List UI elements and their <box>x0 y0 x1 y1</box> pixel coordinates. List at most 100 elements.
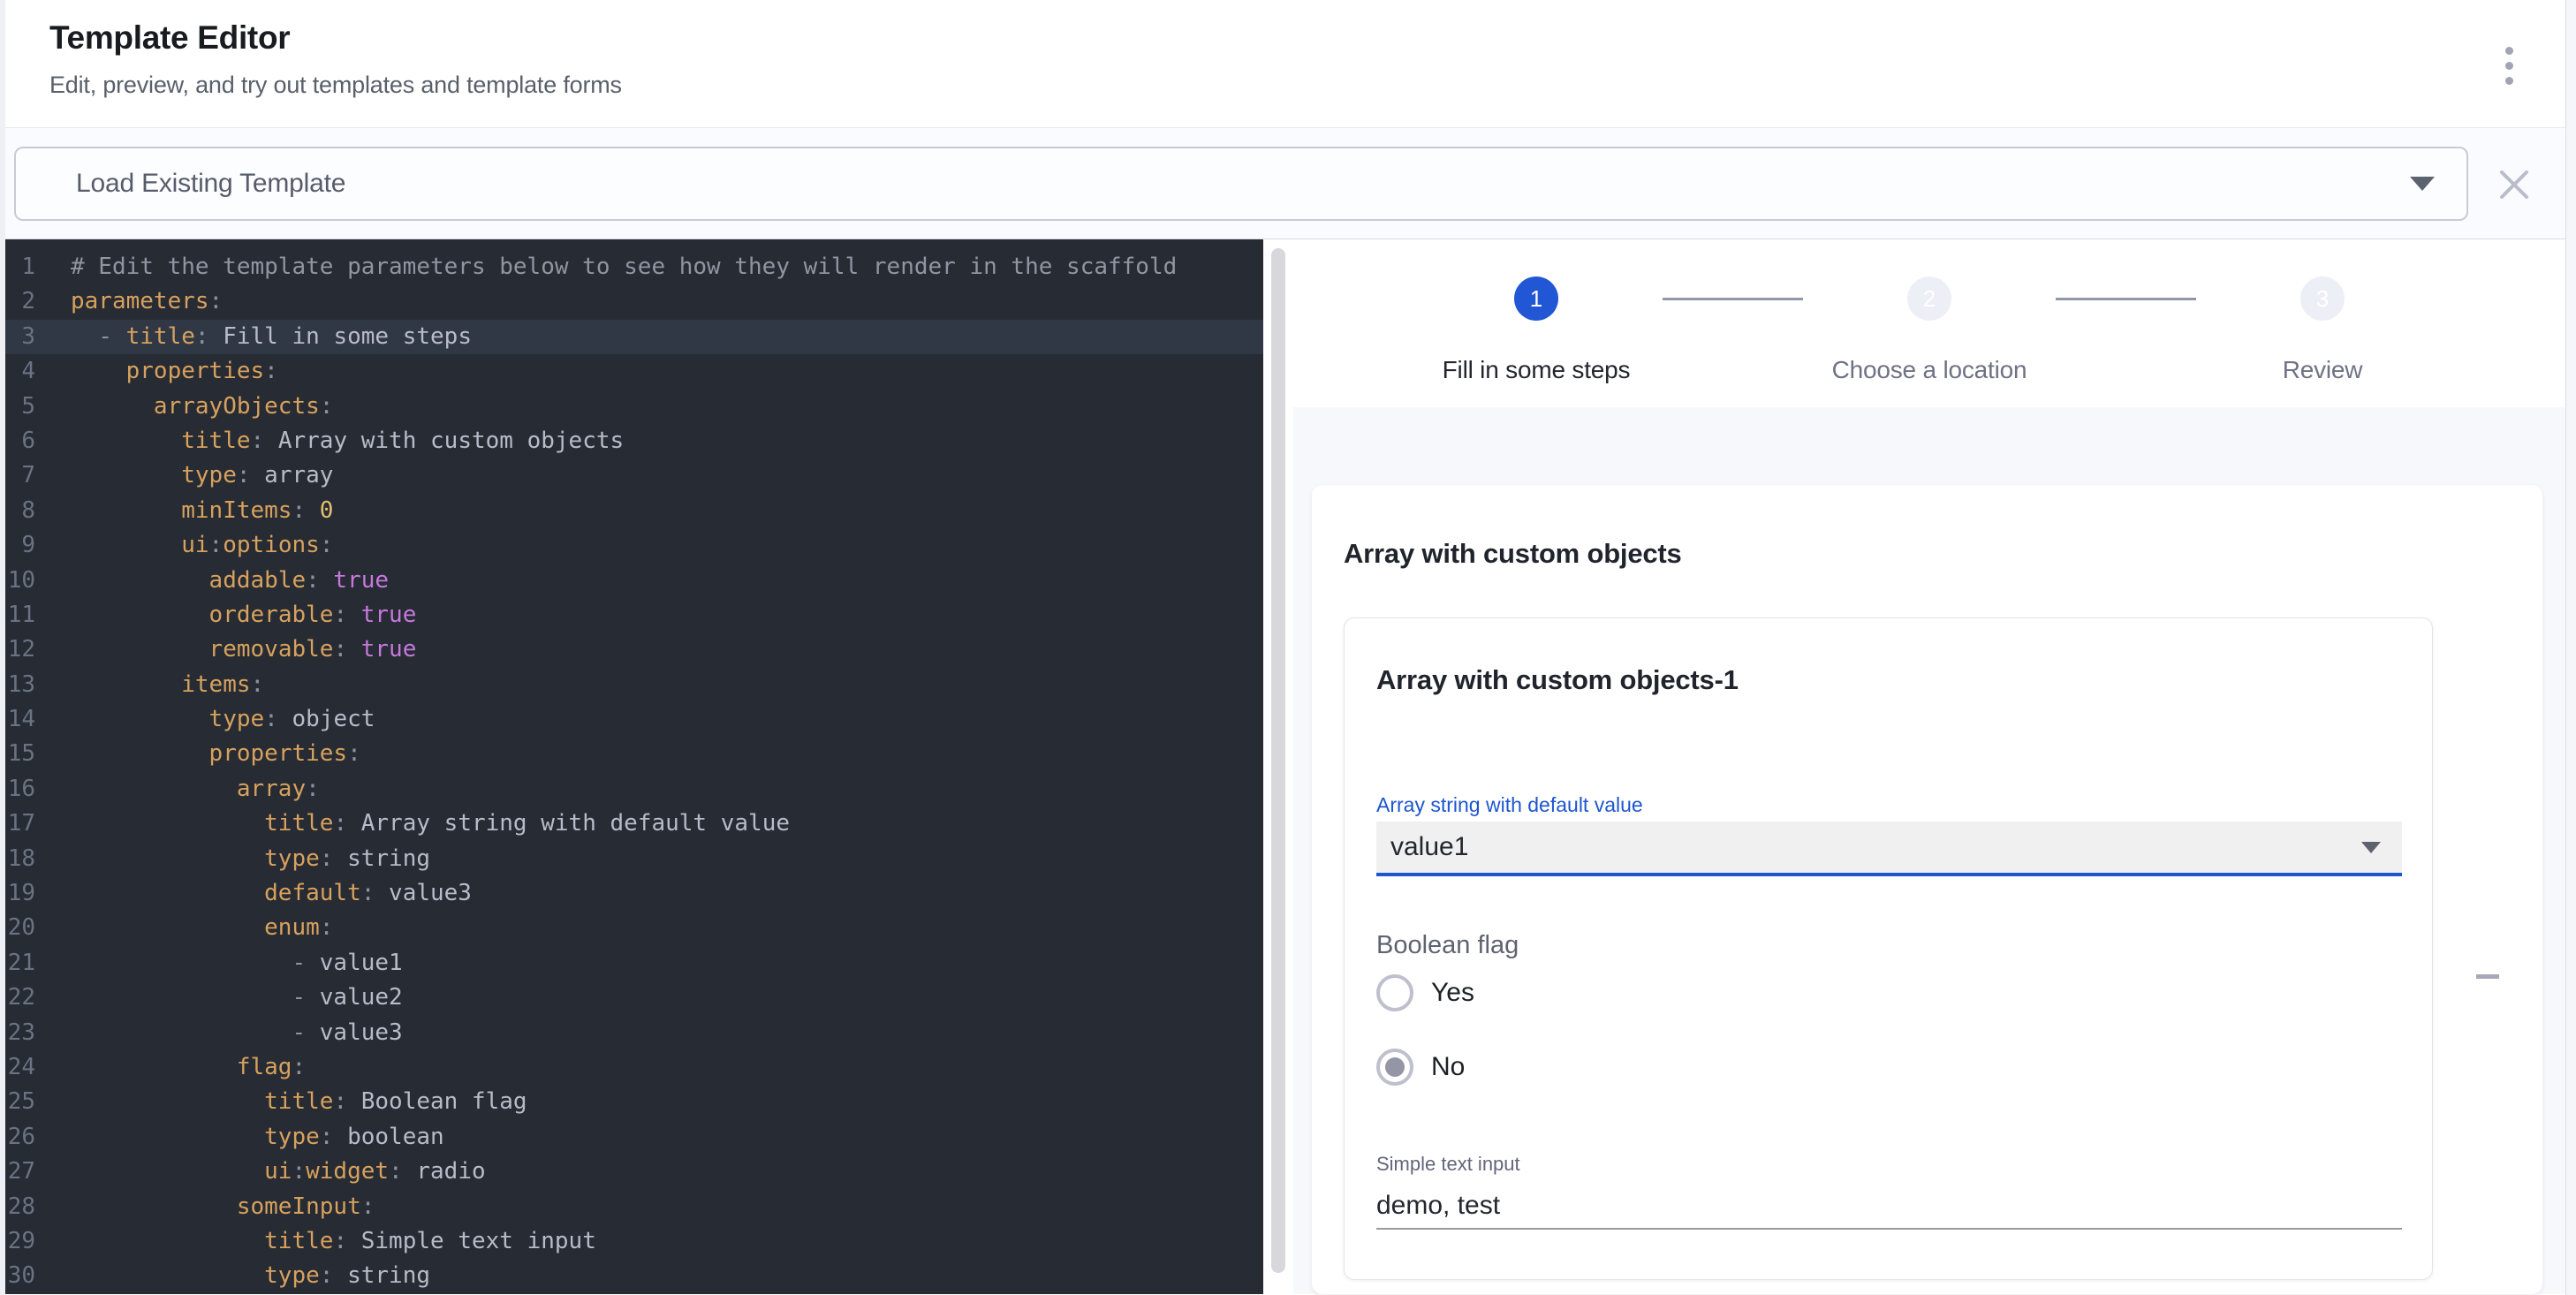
code-line[interactable]: 26 type: boolean <box>5 1120 1263 1155</box>
code-text: enum: <box>71 911 333 945</box>
form-section: Array with custom objects Array with cus… <box>1293 407 2565 1294</box>
line-number: 23 <box>5 1016 49 1050</box>
yaml-code-editor[interactable]: 1# Edit the template parameters below to… <box>5 239 1263 1294</box>
line-number: 19 <box>5 876 49 911</box>
code-text: - value2 <box>71 981 403 1015</box>
code-line[interactable]: 4 properties: <box>5 354 1263 389</box>
stepper-step-3[interactable]: 3 Review <box>2212 276 2433 384</box>
remove-array-item-button[interactable] <box>2461 957 2514 996</box>
array-item-row: Array with custom objects-1 Array string… <box>1344 617 2542 1280</box>
code-line[interactable]: 16 array: <box>5 772 1263 807</box>
code-text: ui:options: <box>71 528 333 563</box>
kebab-dot <box>2505 62 2513 70</box>
kebab-dot <box>2505 77 2513 85</box>
code-line[interactable]: 2parameters: <box>5 284 1263 319</box>
radio-dot <box>1385 983 1405 1003</box>
code-text: type: string <box>71 1259 430 1293</box>
stepper-step-2[interactable]: 2Choose a location <box>1819 276 2040 384</box>
more-options-button[interactable] <box>2488 34 2530 97</box>
code-line[interactable]: 11 orderable: true <box>5 598 1263 632</box>
minus-icon <box>2476 974 2499 979</box>
code-line[interactable]: 27 ui:widget: radio <box>5 1155 1263 1189</box>
line-number: 3 <box>5 320 49 354</box>
code-text: orderable: true <box>71 598 416 632</box>
template-editor-app: Template Editor Edit, preview, and try o… <box>5 0 2565 1295</box>
radio-dot <box>1385 1057 1405 1077</box>
simple-text-input-label: Simple text input <box>1376 1154 2402 1175</box>
radio-circle-icon <box>1376 974 1413 1011</box>
page-header: Template Editor Edit, preview, and try o… <box>5 0 2565 128</box>
editor-scrollbar-thumb[interactable] <box>1271 248 1285 1273</box>
code-text: - title: Fill in some steps <box>71 320 472 354</box>
code-text: addable: true <box>71 564 389 598</box>
page-title: Template Editor <box>49 19 2565 57</box>
page-subtitle: Edit, preview, and try out templates and… <box>49 72 2565 99</box>
line-number: 16 <box>5 772 49 807</box>
code-line[interactable]: 20 enum: <box>5 911 1263 945</box>
step-label: Fill in some steps <box>1443 356 1631 384</box>
line-number: 21 <box>5 946 49 981</box>
code-line[interactable]: 25 title: Boolean flag <box>5 1085 1263 1119</box>
code-line[interactable]: 5 arrayObjects: <box>5 390 1263 424</box>
array-string-select-label: Array string with default value <box>1376 793 2402 816</box>
line-number: 6 <box>5 424 49 458</box>
code-line[interactable]: 13 items: <box>5 668 1263 702</box>
load-template-placeholder: Load Existing Template <box>76 169 2410 199</box>
code-line[interactable]: 19 default: value3 <box>5 876 1263 911</box>
code-line[interactable]: 21 - value1 <box>5 946 1263 981</box>
page-scrollbar-track[interactable] <box>2565 0 2576 1295</box>
chevron-down-icon <box>2410 177 2435 191</box>
code-text: arrayObjects: <box>71 390 333 424</box>
code-line[interactable]: 14 type: object <box>5 702 1263 737</box>
code-line[interactable]: 10 addable: true <box>5 564 1263 598</box>
code-line[interactable]: 9 ui:options: <box>5 528 1263 563</box>
line-number: 30 <box>5 1259 49 1293</box>
code-line[interactable]: 23 - value3 <box>5 1016 1263 1050</box>
code-text: minItems: 0 <box>71 494 333 528</box>
code-line[interactable]: 8 minItems: 0 <box>5 494 1263 528</box>
code-text: properties: <box>71 737 361 771</box>
code-line[interactable]: 29 title: Simple text input <box>5 1224 1263 1259</box>
radio-option-label: Yes <box>1431 978 1474 1008</box>
code-text: # Edit the template parameters below to … <box>71 250 1177 284</box>
kebab-dot <box>2505 47 2513 55</box>
code-line[interactable]: 28 someInput: <box>5 1190 1263 1224</box>
line-number: 20 <box>5 911 49 945</box>
line-number: 10 <box>5 564 49 598</box>
clear-selection-button[interactable] <box>2495 165 2534 204</box>
line-number: 22 <box>5 981 49 1015</box>
line-number: 4 <box>5 354 49 389</box>
code-line[interactable]: 15 properties: <box>5 737 1263 771</box>
radio-option-yes[interactable]: Yes <box>1376 973 2402 1012</box>
code-line[interactable]: 24 flag: <box>5 1050 1263 1085</box>
code-text: type: boolean <box>71 1120 444 1155</box>
load-existing-template-select[interactable]: Load Existing Template <box>14 147 2468 221</box>
step-label: Review <box>2283 356 2363 384</box>
code-line[interactable]: 12 removable: true <box>5 632 1263 667</box>
code-line[interactable]: 17 title: Array string with default valu… <box>5 807 1263 841</box>
code-line[interactable]: 7 type: array <box>5 458 1263 493</box>
code-line[interactable]: 1# Edit the template parameters below to… <box>5 250 1263 284</box>
step-circle: 3 <box>2300 276 2345 321</box>
remove-item-column <box>2433 617 2542 1280</box>
code-text: type: array <box>71 458 333 493</box>
code-line[interactable]: 22 - value2 <box>5 981 1263 1015</box>
line-number: 13 <box>5 668 49 702</box>
code-line[interactable]: 3 - title: Fill in some steps <box>5 320 1263 354</box>
simple-text-input[interactable]: demo, test <box>1376 1191 2402 1221</box>
code-text: type: object <box>71 702 375 737</box>
line-number: 11 <box>5 598 49 632</box>
code-text: title: Array with custom objects <box>71 424 624 458</box>
line-number: 17 <box>5 807 49 841</box>
array-item-card: Array with custom objects-1 Array string… <box>1344 617 2433 1280</box>
code-text: parameters: <box>71 284 223 319</box>
stepper: 1Fill in some steps 2Choose a location 3 Re… <box>1426 276 2433 384</box>
code-lines: 1# Edit the template parameters below to… <box>5 250 1263 1294</box>
array-string-select[interactable]: value1 <box>1376 822 2402 873</box>
code-line[interactable]: 30 type: string <box>5 1259 1263 1293</box>
code-line[interactable]: 18 type: string <box>5 842 1263 876</box>
radio-option-no[interactable]: No <box>1376 1048 2402 1087</box>
code-line[interactable]: 6 title: Array with custom objects <box>5 424 1263 458</box>
line-number: 15 <box>5 737 49 771</box>
stepper-step-1[interactable]: 1Fill in some steps <box>1426 276 1647 384</box>
